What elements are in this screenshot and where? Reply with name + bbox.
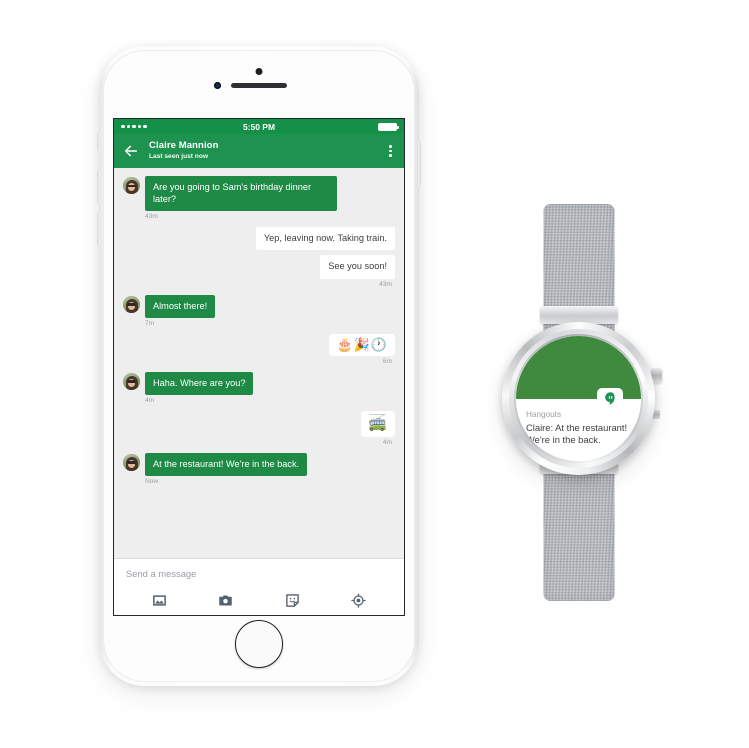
- scene-root: 5:50 PM Claire Mannion Last seen just no…: [0, 0, 749, 748]
- earpiece-speaker: [231, 83, 287, 88]
- silence-switch-button[interactable]: [97, 132, 100, 151]
- message-timestamp: [114, 250, 404, 252]
- watch-screen[interactable]: Hangouts Claire: At the restaurant! We'r…: [516, 336, 641, 461]
- message-timestamp: Now: [145, 477, 159, 485]
- message-row: Are you going to Sam's birthday dinner l…: [114, 176, 404, 212]
- message-bubble[interactable]: Haha. Where are you?: [145, 371, 254, 395]
- contact-name: Claire Mannion: [149, 140, 219, 152]
- message-composer: Send a message: [114, 558, 404, 615]
- emoji-message-bubble[interactable]: 🎂🎉🕐: [329, 333, 395, 356]
- battery-full-icon: [378, 122, 399, 131]
- notification-message: Claire: At the restaurant! We're in the …: [526, 421, 628, 445]
- message-bubble[interactable]: See you soon!: [320, 255, 395, 279]
- camera-icon[interactable]: [218, 593, 233, 608]
- watch-notification-card[interactable]: Hangouts Claire: At the restaurant! We'r…: [516, 398, 641, 461]
- message-bubble[interactable]: At the restaurant! We're in the back.: [145, 452, 308, 476]
- avatar: [123, 295, 140, 313]
- photo-icon[interactable]: [152, 593, 167, 608]
- conversation-header[interactable]: Claire Mannion Last seen just now: [149, 140, 386, 161]
- iphone-device: 5:50 PM Claire Mannion Last seen just no…: [97, 46, 421, 686]
- notification-app-name: Hangouts: [526, 409, 562, 419]
- avatar: [123, 453, 140, 471]
- message-bubble[interactable]: Almost there!: [145, 294, 216, 318]
- volume-down-button[interactable]: [97, 213, 100, 246]
- message-timestamp: 43m: [379, 280, 392, 288]
- message-row: Almost there!: [114, 294, 404, 318]
- message-timestamp: 43m: [145, 213, 158, 221]
- watch-band-bottom: [543, 461, 614, 601]
- smartwatch-device: Hangouts Claire: At the restaurant! We'r…: [502, 204, 662, 601]
- status-time: 5:50 PM: [242, 121, 276, 132]
- volume-up-button[interactable]: [97, 170, 100, 203]
- hangouts-icon: [597, 387, 623, 410]
- avatar: [123, 177, 140, 194]
- emoji-message-bubble[interactable]: 🚎: [361, 410, 395, 437]
- message-timestamp: 6m: [382, 357, 392, 365]
- composer-toolbar: [114, 587, 404, 614]
- message-row: See you soon!: [114, 255, 404, 279]
- phone-screen: 5:50 PM Claire Mannion Last seen just no…: [113, 118, 405, 616]
- avatar: [123, 372, 140, 390]
- message-timestamp: 4m: [145, 396, 155, 404]
- sticker-icon[interactable]: [285, 593, 300, 608]
- status-bar: 5:50 PM: [114, 119, 404, 134]
- back-arrow-icon[interactable]: [123, 143, 139, 159]
- power-button[interactable]: [418, 142, 421, 186]
- message-row: Haha. Where are you?: [114, 371, 404, 395]
- app-bar: Claire Mannion Last seen just now: [114, 134, 404, 168]
- message-thread[interactable]: Are you going to Sam's birthday dinner l…: [114, 168, 404, 575]
- overflow-menu-icon[interactable]: [386, 141, 395, 161]
- message-row: 🎂🎉🕐: [114, 333, 404, 356]
- message-row: 🚎: [114, 410, 404, 437]
- message-bubble[interactable]: Yep, leaving now. Taking train.: [255, 227, 395, 251]
- proximity-sensor-icon: [214, 82, 221, 89]
- message-row: Yep, leaving now. Taking train.: [114, 227, 404, 251]
- message-row: At the restaurant! We're in the back.: [114, 452, 404, 476]
- contact-status: Last seen just now: [149, 153, 208, 161]
- message-timestamp: 4m: [382, 438, 392, 446]
- message-bubble[interactable]: Are you going to Sam's birthday dinner l…: [145, 176, 337, 212]
- message-timestamp: 7m: [145, 319, 155, 327]
- location-icon[interactable]: [351, 593, 366, 608]
- message-input[interactable]: Send a message: [114, 559, 404, 587]
- front-camera-icon: [255, 68, 263, 75]
- watch-face-background: [516, 336, 641, 399]
- home-button[interactable]: [235, 620, 283, 668]
- signal-strength-icon: [121, 124, 147, 129]
